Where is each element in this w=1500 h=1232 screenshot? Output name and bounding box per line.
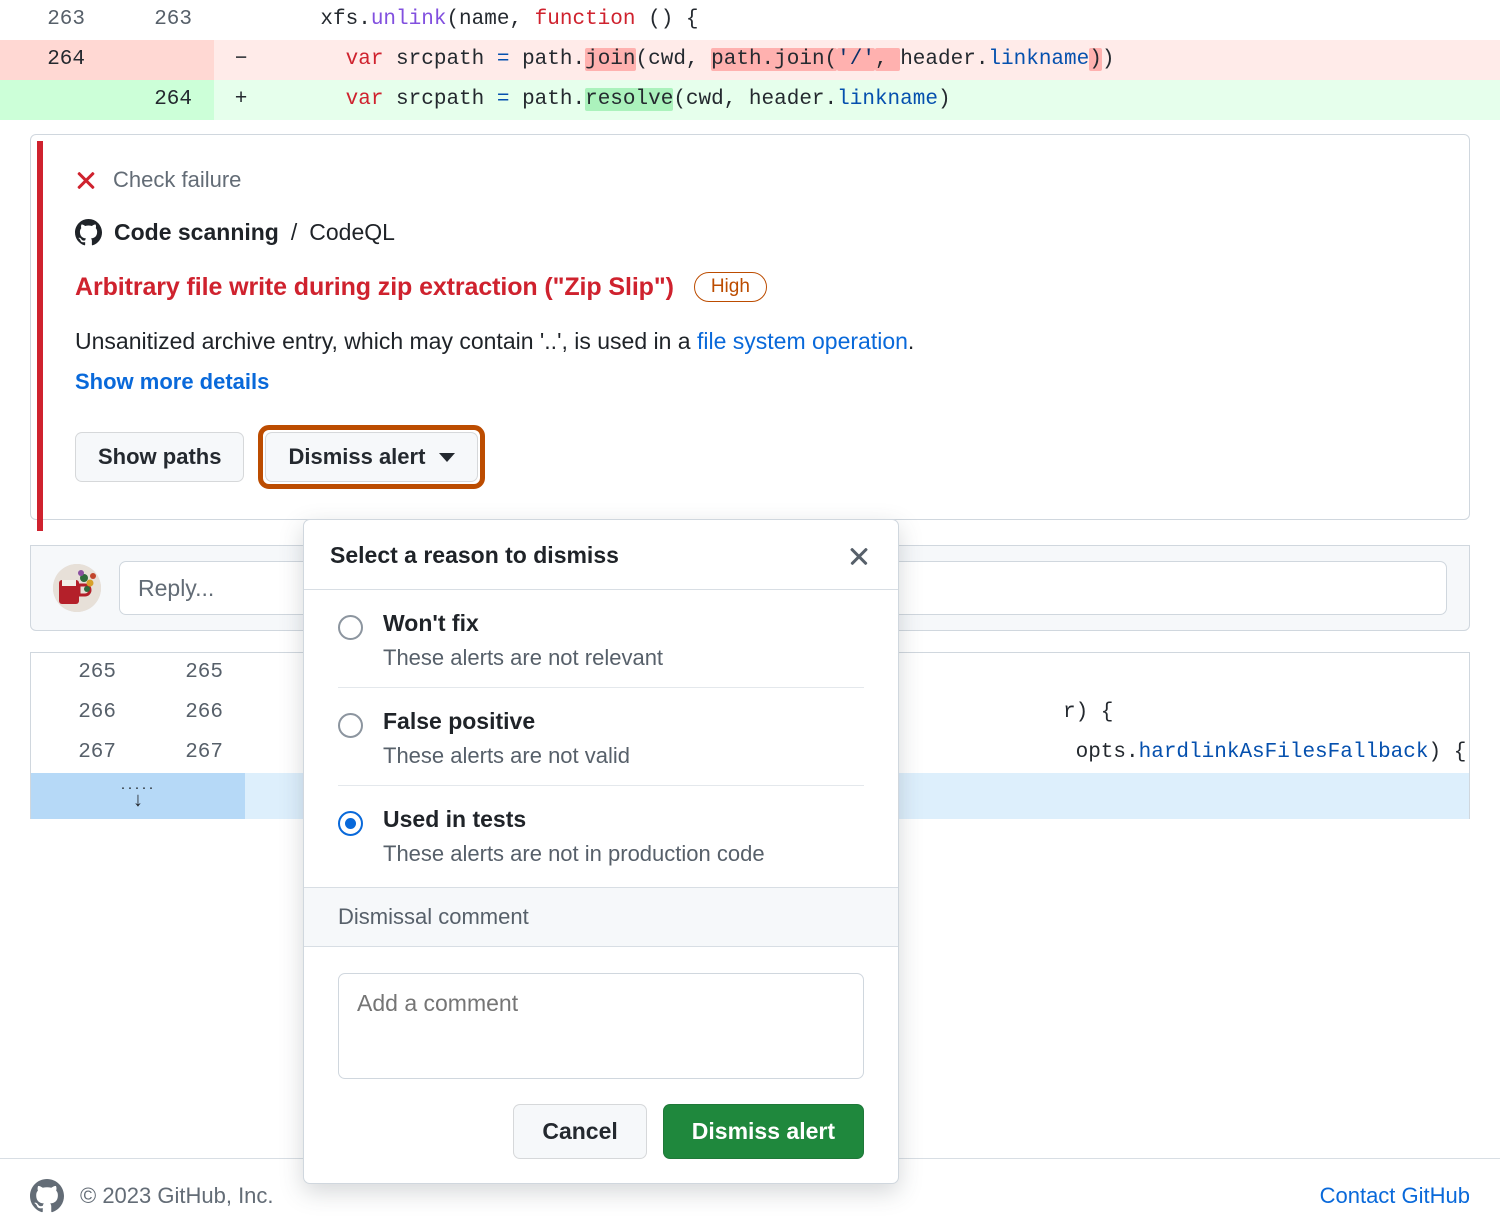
radio-false-positive[interactable] [338, 713, 363, 738]
diff-hunk-top: 263 263 xfs.unlink(name, function () { 2… [0, 0, 1500, 120]
diff-marker [245, 693, 299, 733]
chevron-down-icon [439, 453, 455, 462]
new-line-number[interactable] [107, 40, 214, 80]
diff-marker [245, 653, 299, 693]
scan-tool-name: Code scanning [114, 219, 279, 246]
alert-description-suffix: . [908, 328, 914, 354]
github-mark-icon [30, 1179, 64, 1213]
code-line[interactable]: xfs.unlink(name, function () { [268, 0, 1500, 40]
dismiss-option-wont-fix[interactable]: Won't fix These alerts are not relevant [304, 590, 898, 687]
diff-marker [245, 733, 299, 773]
dismiss-reason-list: Won't fix These alerts are not relevant … [304, 590, 898, 887]
expand-down-icon: ↓ [133, 792, 143, 808]
check-failure-row: Check failure [75, 163, 1439, 197]
old-line-number[interactable]: 264 [0, 40, 107, 80]
dismiss-option-label: Won't fix [383, 610, 663, 637]
show-paths-button[interactable]: Show paths [75, 432, 244, 482]
new-line-number[interactable]: 266 [138, 693, 245, 733]
code-line[interactable]: var srcpath = path.resolve(cwd, header.l… [268, 80, 1500, 120]
scan-tool-separator: / [291, 219, 297, 246]
expand-down-button[interactable]: ····· ↓ [31, 773, 245, 819]
diff-marker: + [214, 80, 268, 120]
table-row[interactable]: 264 + var srcpath = path.resolve(cwd, he… [0, 80, 1500, 120]
dismiss-reason-dialog: Select a reason to dismiss Won't fix The… [303, 519, 899, 1184]
new-line-number[interactable]: 265 [138, 653, 245, 693]
alert-title[interactable]: Arbitrary file write during zip extracti… [75, 273, 674, 302]
dialog-footer: Cancel Dismiss alert [304, 1104, 898, 1183]
dialog-header: Select a reason to dismiss [304, 520, 898, 590]
dismiss-alert-highlight: Dismiss alert [258, 425, 485, 489]
dismiss-alert-dropdown-button[interactable]: Dismiss alert [265, 432, 478, 482]
diff-marker [214, 0, 268, 40]
old-line-number[interactable]: 265 [31, 653, 138, 693]
page-root: 263 263 xfs.unlink(name, function () { 2… [0, 0, 1500, 1232]
cancel-button[interactable]: Cancel [513, 1104, 646, 1159]
alert-title-row: Arbitrary file write during zip extracti… [75, 272, 1439, 302]
scan-tool-engine: CodeQL [309, 219, 395, 246]
x-icon [75, 169, 97, 191]
dismissal-comment-section-label: Dismissal comment [304, 887, 898, 947]
dismiss-alert-submit-button[interactable]: Dismiss alert [663, 1104, 864, 1159]
dismiss-alert-button-label: Dismiss alert [288, 444, 425, 470]
file-system-operation-link[interactable]: file system operation [697, 328, 908, 354]
dismiss-option-description: These alerts are not relevant [383, 645, 663, 671]
old-line-number[interactable]: 263 [0, 0, 107, 40]
footer-left: © 2023 GitHub, Inc. [30, 1179, 274, 1213]
old-line-number[interactable]: 266 [31, 693, 138, 733]
diff-marker: − [214, 40, 268, 80]
severity-badge: High [694, 272, 767, 302]
dismiss-option-description: These alerts are not valid [383, 743, 630, 769]
dismiss-option-description: These alerts are not in production code [383, 841, 765, 867]
contact-github-link[interactable]: Contact GitHub [1320, 1183, 1470, 1209]
github-mark-icon [75, 219, 102, 246]
dialog-title: Select a reason to dismiss [330, 542, 619, 569]
radio-used-in-tests[interactable] [338, 811, 363, 836]
dismiss-option-label: False positive [383, 708, 630, 735]
old-line-number[interactable]: 267 [31, 733, 138, 773]
check-failure-label: Check failure [113, 167, 241, 193]
alert-description-prefix: Unsanitized archive entry, which may con… [75, 328, 697, 354]
alert-body: Check failure Code scanning / CodeQL Arb… [31, 135, 1469, 519]
dismiss-option-label: Used in tests [383, 806, 765, 833]
code-scanning-alert-card: Check failure Code scanning / CodeQL Arb… [30, 134, 1470, 520]
alert-description: Unsanitized archive entry, which may con… [75, 328, 1439, 355]
avatar[interactable] [53, 564, 101, 612]
copyright-text: © 2023 GitHub, Inc. [80, 1183, 274, 1209]
code-line[interactable]: var srcpath = path.join(cwd, path.join('… [268, 40, 1500, 80]
dismissal-comment-input[interactable] [338, 973, 864, 1079]
radio-wont-fix[interactable] [338, 615, 363, 640]
dismiss-option-false-positive[interactable]: False positive These alerts are not vali… [338, 687, 864, 785]
alert-actions: Show paths Dismiss alert [75, 425, 1439, 489]
scan-tool-row: Code scanning / CodeQL [75, 219, 1439, 246]
new-line-number[interactable]: 263 [107, 0, 214, 40]
table-row[interactable]: 264 − var srcpath = path.join(cwd, path.… [0, 40, 1500, 80]
new-line-number[interactable]: 264 [107, 80, 214, 120]
new-line-number[interactable]: 267 [138, 733, 245, 773]
dismissal-comment-area [304, 947, 898, 1104]
show-more-details-link[interactable]: Show more details [75, 369, 269, 395]
close-icon[interactable] [846, 543, 872, 569]
dismiss-option-used-in-tests[interactable]: Used in tests These alerts are not in pr… [338, 785, 864, 883]
table-row[interactable]: 263 263 xfs.unlink(name, function () { [0, 0, 1500, 40]
old-line-number[interactable] [0, 80, 107, 120]
